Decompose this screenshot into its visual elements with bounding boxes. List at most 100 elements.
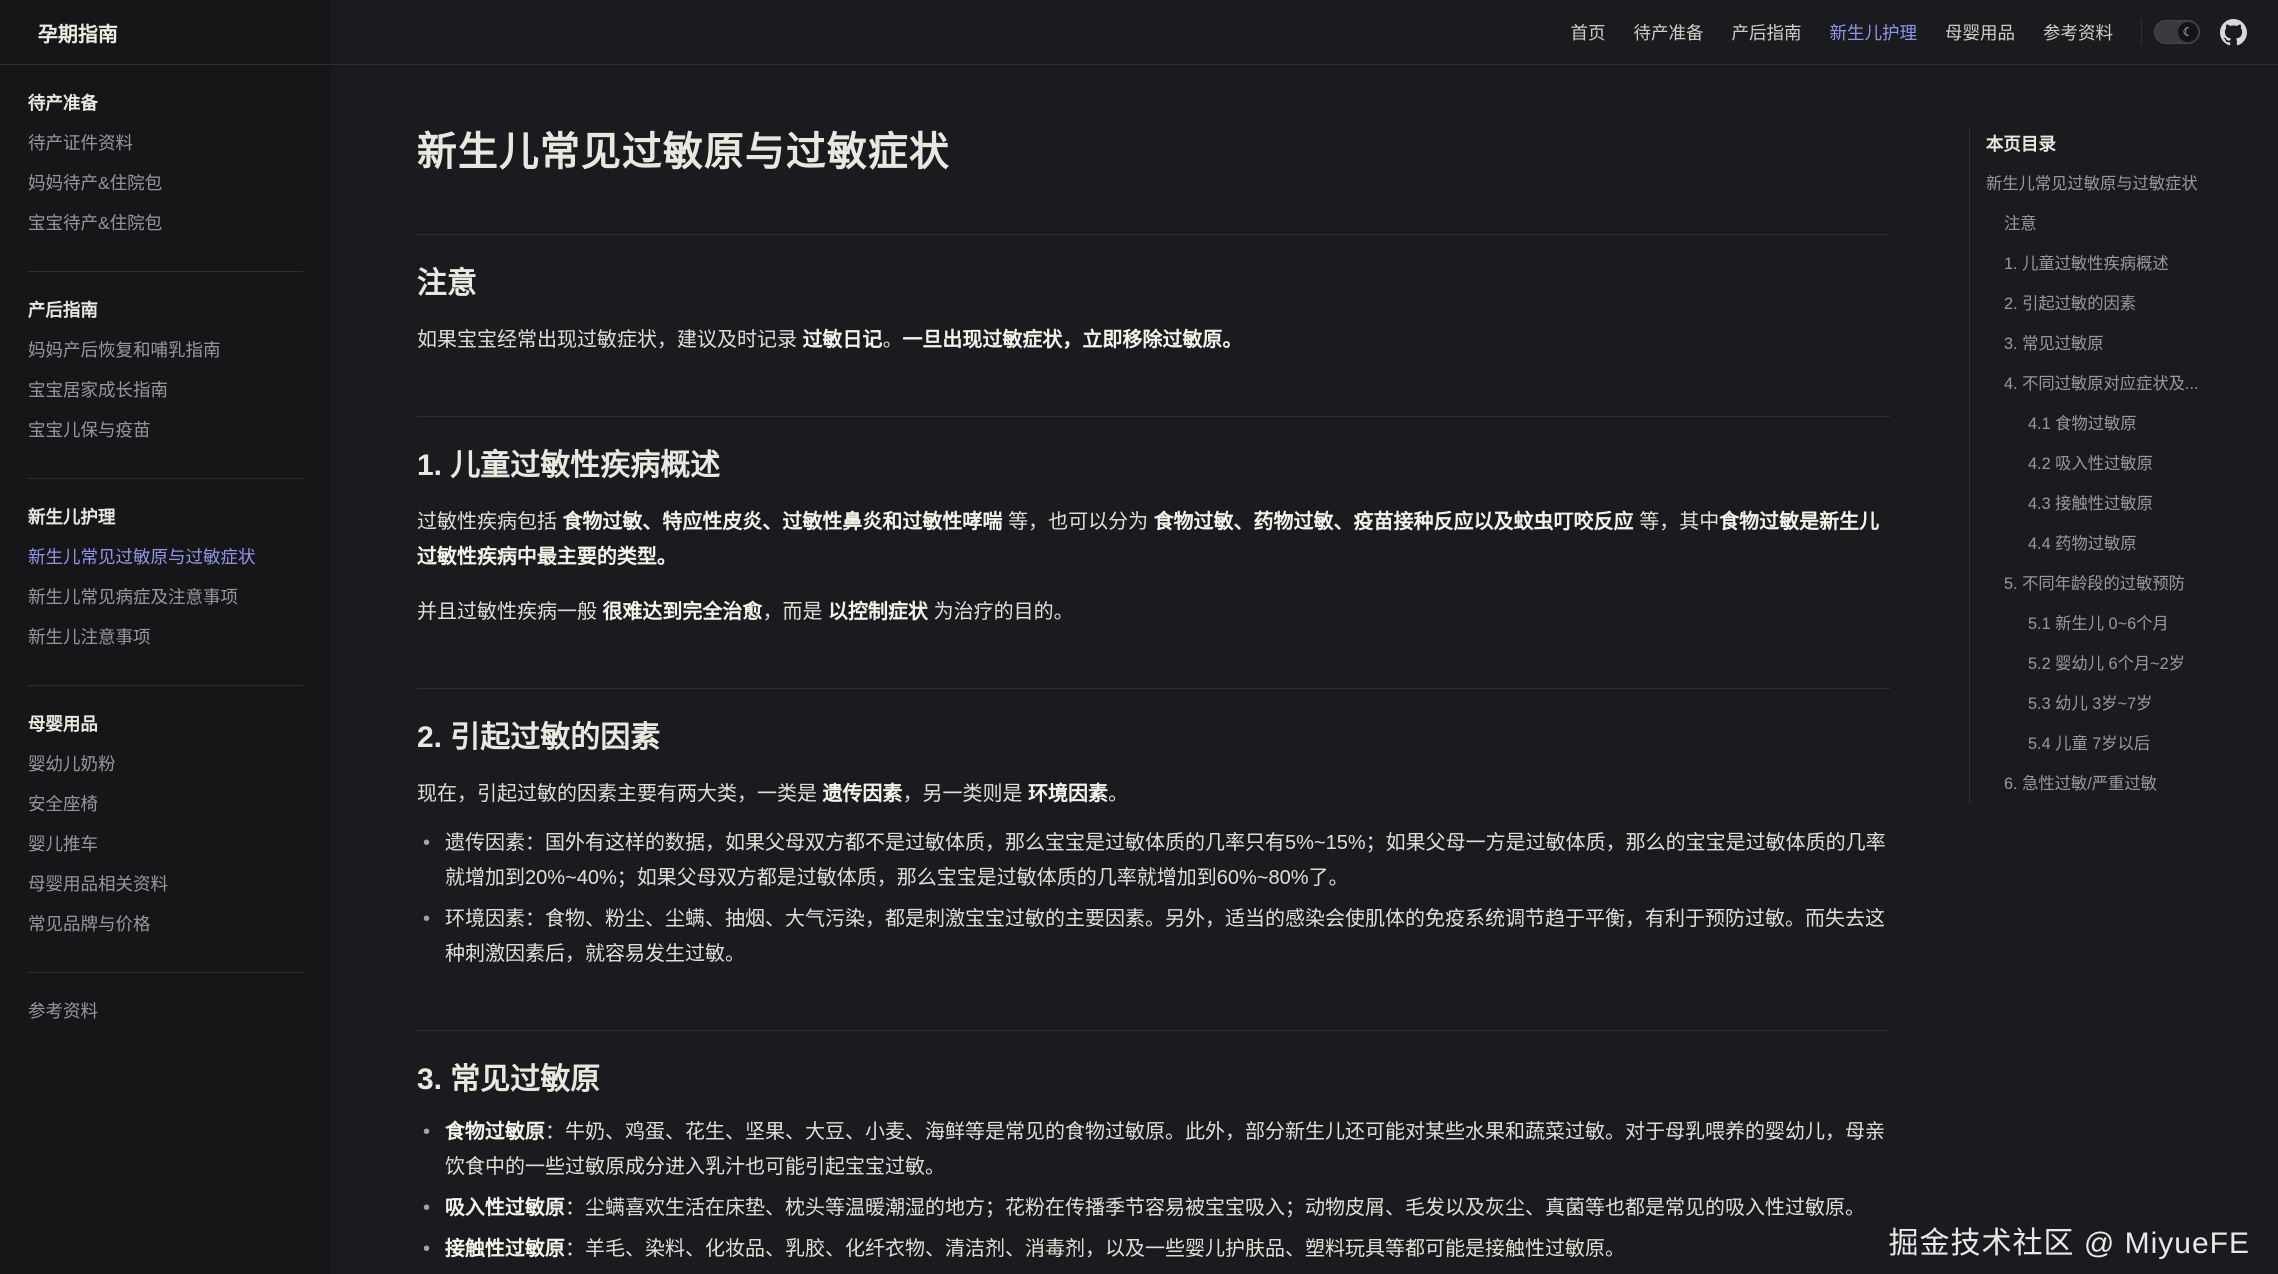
bold-text: 接触性过敏原 xyxy=(445,1238,565,1260)
bullet-list: 食物过敏原：牛奶、鸡蛋、花生、坚果、大豆、小麦、海鲜等是常见的食物过敏原。此外，… xyxy=(417,1115,1890,1267)
text: 。 xyxy=(883,329,903,351)
text: ，而是 xyxy=(763,601,829,623)
toc-item[interactable]: 4. 不同过敏原对应症状及... xyxy=(1986,364,2269,404)
sidebar-item[interactable]: 常见品牌与价格 xyxy=(28,904,303,944)
sidebar-item[interactable]: 妈妈待产&住院包 xyxy=(28,163,303,203)
sidebar-item[interactable]: 宝宝居家成长指南 xyxy=(28,370,303,410)
nav-item-参考资料[interactable]: 参考资料 xyxy=(2029,20,2127,45)
section-divider xyxy=(417,1030,1890,1031)
nav-divider xyxy=(2141,19,2142,45)
nav-item-首页[interactable]: 首页 xyxy=(1557,20,1620,45)
list-item: 食物过敏原：牛奶、鸡蛋、花生、坚果、大豆、小麦、海鲜等是常见的食物过敏原。此外，… xyxy=(417,1115,1890,1185)
toc-item[interactable]: 3. 常见过敏原 xyxy=(1986,324,2269,364)
text: 并且过敏性疾病一般 xyxy=(417,601,603,623)
text: 过敏性疾病包括 xyxy=(417,511,563,533)
sidebar-group-title: 待产准备 xyxy=(28,83,303,123)
text: 现在，引起过敏的因素主要有两大类，一类是 xyxy=(417,783,823,805)
sidebar-item[interactable]: 宝宝待产&住院包 xyxy=(28,203,303,243)
text: ：羊毛、染料、化妆品、乳胶、化纤衣物、清洁剂、消毒剂，以及一些婴儿护肤品、塑料玩… xyxy=(565,1238,1625,1260)
section-divider xyxy=(417,234,1890,235)
sidebar-item[interactable]: 参考资料 xyxy=(28,991,303,1031)
text: 。 xyxy=(1108,783,1128,805)
text: ：尘螨喜欢生活在床垫、枕头等温暖潮湿的地方；花粉在传播季节容易被宝宝吸入；动物皮… xyxy=(565,1197,1865,1219)
nav-item-新生儿护理[interactable]: 新生儿护理 xyxy=(1816,20,1932,45)
paragraph: 如果宝宝经常出现过敏症状，建议及时记录 过敏日记。一旦出现过敏症状，立即移除过敏… xyxy=(417,323,1890,358)
text: ：牛奶、鸡蛋、花生、坚果、大豆、小麦、海鲜等是常见的食物过敏原。此外，部分新生儿… xyxy=(445,1121,1885,1178)
text: 等，也可以分为 xyxy=(1003,511,1154,533)
bold-text: 一旦出现过敏症状，立即移除过敏原。 xyxy=(903,329,1243,351)
bold-text: 很难达到完全治愈 xyxy=(603,601,763,623)
text: ，另一类则是 xyxy=(903,783,1029,805)
paragraph: 并且过敏性疾病一般 很难达到完全治愈，而是 以控制症状 为治疗的目的。 xyxy=(417,595,1890,630)
github-link[interactable] xyxy=(2218,17,2248,47)
theme-toggle[interactable]: ☾ xyxy=(2154,20,2200,44)
moon-icon: ☾ xyxy=(2178,22,2198,42)
bullet-list: 遗传因素：国外有这样的数据，如果父母双方都不是过敏体质，那么宝宝是过敏体质的几率… xyxy=(417,826,1890,972)
section-heading: 2. 引起过敏的因素 xyxy=(417,717,1890,759)
sidebar-group-title: 新生儿护理 xyxy=(28,497,303,537)
sidebar-group: 待产准备待产证件资料妈妈待产&住院包宝宝待产&住院包 xyxy=(28,65,303,271)
list-item: 接触性过敏原：羊毛、染料、化妆品、乳胶、化纤衣物、清洁剂、消毒剂，以及一些婴儿护… xyxy=(417,1232,1890,1267)
main-content: 新生儿常见过敏原与过敏症状 注意如果宝宝经常出现过敏症状，建议及时记录 过敏日记… xyxy=(331,64,1891,1267)
sidebar-item[interactable]: 宝宝儿保与疫苗 xyxy=(28,410,303,450)
toc-item[interactable]: 新生儿常见过敏原与过敏症状 xyxy=(1986,164,2269,204)
section-heading: 3. 常见过敏原 xyxy=(417,1059,1890,1101)
bold-text: 环境因素 xyxy=(1028,783,1108,805)
sidebar-item[interactable]: 婴儿推车 xyxy=(28,824,303,864)
toc-item[interactable]: 5.2 婴幼儿 6个月~2岁 xyxy=(1986,644,2269,684)
bold-text: 食物过敏、药物过敏、疫苗接种反应以及蚊虫叮咬反应 xyxy=(1154,511,1634,533)
toc-item[interactable]: 4.1 食物过敏原 xyxy=(1986,404,2269,444)
sidebar-item[interactable]: 婴幼儿奶粉 xyxy=(28,744,303,784)
bold-text: 遗传因素 xyxy=(823,783,903,805)
toc-item[interactable]: 5. 不同年龄段的过敏预防 xyxy=(1986,564,2269,604)
sidebar-group: 产后指南妈妈产后恢复和哺乳指南宝宝居家成长指南宝宝儿保与疫苗 xyxy=(28,272,303,478)
toc-item[interactable]: 6. 急性过敏/严重过敏 xyxy=(1986,764,2269,804)
sidebar-group: 参考资料 xyxy=(28,973,303,1059)
section-heading: 1. 儿童过敏性疾病概述 xyxy=(417,445,1890,487)
sidebar-group-title: 产后指南 xyxy=(28,290,303,330)
list-item: 环境因素：食物、粉尘、尘螨、抽烟、大气污染，都是刺激宝宝过敏的主要因素。另外，适… xyxy=(417,902,1890,972)
toc-item[interactable]: 1. 儿童过敏性疾病概述 xyxy=(1986,244,2269,284)
toc-list: 新生儿常见过敏原与过敏症状注意1. 儿童过敏性疾病概述2. 引起过敏的因素3. … xyxy=(1986,164,2269,804)
text: 环境因素：食物、粉尘、尘螨、抽烟、大气污染，都是刺激宝宝过敏的主要因素。另外，适… xyxy=(445,908,1885,965)
bold-text: 食物过敏原 xyxy=(445,1121,545,1143)
toc-item[interactable]: 4.3 接触性过敏原 xyxy=(1986,484,2269,524)
sidebar-item[interactable]: 安全座椅 xyxy=(28,784,303,824)
sidebar-group-title: 母婴用品 xyxy=(28,704,303,744)
bold-text: 以控制症状 xyxy=(828,601,928,623)
bold-text: 食物过敏、特应性皮炎、过敏性鼻炎和过敏性哮喘 xyxy=(563,511,1003,533)
list-item: 遗传因素：国外有这样的数据，如果父母双方都不是过敏体质，那么宝宝是过敏体质的几率… xyxy=(417,826,1890,896)
toc-item[interactable]: 5.1 新生儿 0~6个月 xyxy=(1986,604,2269,644)
watermark: 掘金技术社区 @ MiyueFE xyxy=(1889,1218,2250,1262)
text: 为治疗的目的。 xyxy=(928,601,1074,623)
nav-item-待产准备[interactable]: 待产准备 xyxy=(1620,20,1718,45)
bold-text: 过敏日记 xyxy=(803,329,883,351)
sidebar-item[interactable]: 新生儿常见病症及注意事项 xyxy=(28,577,303,617)
toc-item[interactable]: 5.4 儿童 7岁以后 xyxy=(1986,724,2269,764)
nav-item-产后指南[interactable]: 产后指南 xyxy=(1718,20,1816,45)
toc-item[interactable]: 5.3 幼儿 3岁~7岁 xyxy=(1986,684,2269,724)
article: 新生儿常见过敏原与过敏症状 注意如果宝宝经常出现过敏症状，建议及时记录 过敏日记… xyxy=(417,128,1890,1267)
sidebar-item[interactable]: 母婴用品相关资料 xyxy=(28,864,303,904)
sidebar-item[interactable]: 新生儿注意事项 xyxy=(28,617,303,657)
paragraph: 现在，引起过敏的因素主要有两大类，一类是 遗传因素，另一类则是 环境因素。 xyxy=(417,777,1890,812)
nav-menu: 首页待产准备产后指南新生儿护理母婴用品参考资料 xyxy=(1557,20,2128,45)
sidebar-item[interactable]: 待产证件资料 xyxy=(28,123,303,163)
sidebar-group: 新生儿护理新生儿常见过敏原与过敏症状新生儿常见病症及注意事项新生儿注意事项 xyxy=(28,479,303,685)
toc-item[interactable]: 2. 引起过敏的因素 xyxy=(1986,284,2269,324)
toc-item[interactable]: 4.4 药物过敏原 xyxy=(1986,524,2269,564)
nav-item-母婴用品[interactable]: 母婴用品 xyxy=(1931,20,2029,45)
github-icon xyxy=(2220,19,2247,46)
toc-title: 本页目录 xyxy=(1986,128,2269,160)
site-logo[interactable]: 孕期指南 xyxy=(0,0,331,64)
toc-item[interactable]: 4.2 吸入性过敏原 xyxy=(1986,444,2269,484)
toc-item[interactable]: 注意 xyxy=(1986,204,2269,244)
list-item: 吸入性过敏原：尘螨喜欢生活在床垫、枕头等温暖潮湿的地方；花粉在传播季节容易被宝宝… xyxy=(417,1191,1890,1226)
sidebar-item[interactable]: 妈妈产后恢复和哺乳指南 xyxy=(28,330,303,370)
text: 遗传因素：国外有这样的数据，如果父母双方都不是过敏体质，那么宝宝是过敏体质的几率… xyxy=(445,832,1886,889)
text: 如果宝宝经常出现过敏症状，建议及时记录 xyxy=(417,329,803,351)
text: 等，其中 xyxy=(1634,511,1720,533)
section-divider xyxy=(417,416,1890,417)
navbar-border xyxy=(331,64,2278,65)
sidebar-item[interactable]: 新生儿常见过敏原与过敏症状 xyxy=(28,537,303,577)
